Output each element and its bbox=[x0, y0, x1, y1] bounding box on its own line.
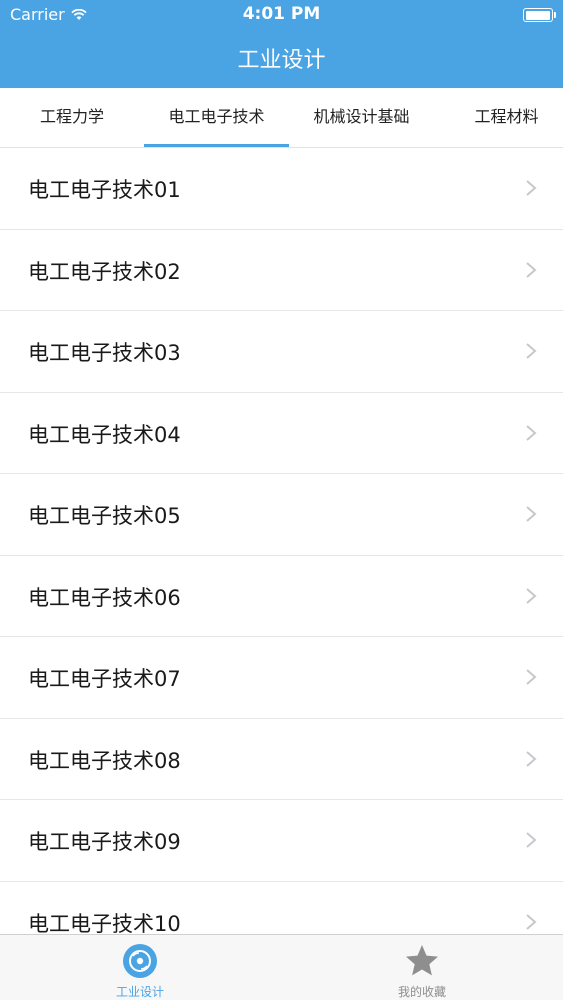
list-item-label: 电工电子技术08 bbox=[28, 748, 181, 773]
list-item[interactable]: 电工电子技术04 bbox=[0, 393, 563, 474]
list-item[interactable]: 电工电子技术06 bbox=[0, 556, 563, 637]
chevron-right-icon bbox=[526, 587, 537, 604]
disc-icon bbox=[123, 944, 157, 978]
bottom-tab-bar: 工业设计 我的收藏 bbox=[0, 934, 563, 1000]
chevron-right-icon bbox=[526, 343, 537, 359]
list-item[interactable]: 电工电子技术05 bbox=[0, 474, 563, 556]
chevron-right-icon bbox=[526, 424, 537, 441]
list-item-label: 电工电子技术02 bbox=[28, 259, 181, 284]
list-item-label: 电工电子技术06 bbox=[28, 585, 181, 610]
chevron-right-icon bbox=[526, 506, 537, 522]
list-item-label: 电工电子技术04 bbox=[28, 422, 181, 447]
list-item-label: 电工电子技术10 bbox=[28, 911, 181, 935]
active-tab-indicator bbox=[144, 144, 289, 147]
list-item[interactable]: 电工电子技术10 bbox=[0, 882, 563, 935]
tabbar-item-favorites[interactable]: 我的收藏 bbox=[352, 935, 492, 1000]
list-item-label: 电工电子技术05 bbox=[28, 504, 181, 528]
list-item-label: 电工电子技术03 bbox=[28, 341, 181, 365]
tab-engineering-mechanics[interactable]: 工程力学 bbox=[0, 88, 144, 146]
tab-engineering-materials[interactable]: 工程材料 bbox=[434, 88, 563, 146]
page-title: 工业设计 bbox=[237, 48, 326, 73]
star-icon bbox=[406, 945, 438, 976]
chevron-right-icon bbox=[526, 913, 537, 930]
tabbar-item-industrial-design[interactable]: 工业设计 bbox=[70, 935, 210, 1000]
tabbar-label: 工业设计 bbox=[115, 985, 164, 999]
chevron-right-icon bbox=[526, 832, 537, 848]
list-item[interactable]: 电工电子技术09 bbox=[0, 800, 563, 882]
list-item[interactable]: 电工电子技术08 bbox=[0, 719, 563, 800]
status-bar: Carrier 4:01 PM bbox=[0, 0, 563, 30]
chevron-right-icon bbox=[526, 750, 537, 767]
tab-mechanical-design-basics[interactable]: 机械设计基础 bbox=[289, 88, 434, 146]
tabbar-label: 我的收藏 bbox=[397, 985, 446, 999]
list-item-label: 电工电子技术07 bbox=[28, 667, 181, 691]
list-item[interactable]: 电工电子技术02 bbox=[0, 230, 563, 311]
lesson-list: 电工电子技术01 电工电子技术02 电工电子技术03 电工电子技术04 电工电子… bbox=[0, 148, 563, 934]
chevron-right-icon bbox=[526, 180, 537, 196]
list-item[interactable]: 电工电子技术07 bbox=[0, 637, 563, 719]
chevron-right-icon bbox=[526, 261, 537, 278]
status-time: 4:01 PM bbox=[242, 4, 321, 24]
chevron-right-icon bbox=[526, 669, 537, 685]
navigation-header: Carrier 4:01 PM 工业设计 bbox=[0, 0, 563, 88]
tab-electrical-electronics[interactable]: 电工电子技术 bbox=[144, 88, 289, 146]
list-item-label: 电工电子技术01 bbox=[28, 178, 181, 202]
list-item[interactable]: 电工电子技术01 bbox=[0, 148, 563, 230]
battery-icon bbox=[523, 8, 556, 22]
list-item[interactable]: 电工电子技术03 bbox=[0, 311, 563, 393]
list-item-label: 电工电子技术09 bbox=[28, 830, 181, 854]
category-tabs: 工程力学 电工电子技术 机械设计基础 工程材料 bbox=[0, 88, 563, 148]
